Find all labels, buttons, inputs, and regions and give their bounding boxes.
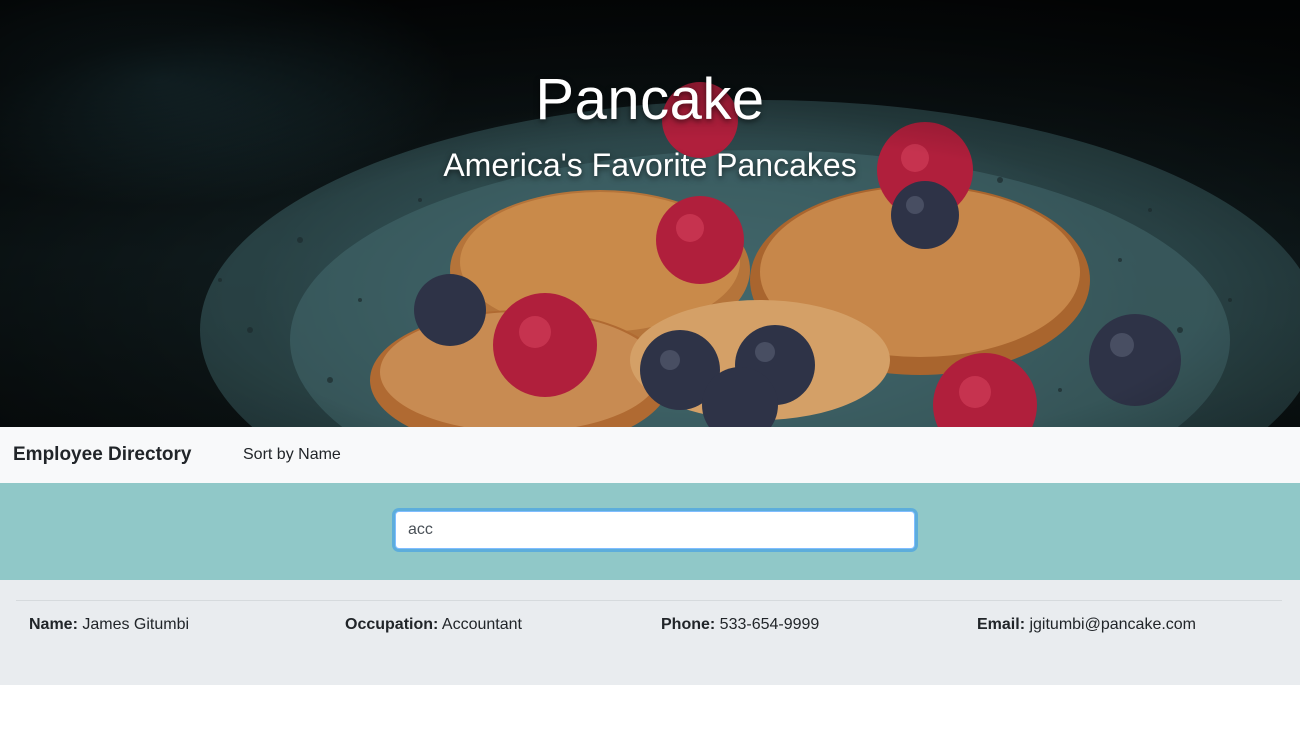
sort-by-name-link[interactable]: Sort by Name: [243, 446, 341, 464]
employee-phone: Phone: 533-654-9999: [661, 616, 819, 634]
pancake-photo: [0, 0, 1300, 427]
email-value: jgitumbi@pancake.com: [1029, 616, 1197, 633]
employee-name: Name: James Gitumbi: [29, 616, 189, 634]
divider: [16, 600, 1282, 601]
page-subtitle: America's Favorite Pancakes: [443, 147, 857, 183]
email-label: Email:: [977, 616, 1026, 633]
phone-label: Phone:: [661, 616, 716, 633]
phone-value: 533-654-9999: [719, 616, 820, 633]
search-section: [0, 483, 1300, 580]
navbar: Employee Directory Sort by Name: [0, 427, 1300, 483]
search-input[interactable]: [395, 511, 915, 549]
occupation-label: Occupation:: [345, 616, 439, 633]
page-title: Pancake: [535, 67, 765, 132]
employee-occupation: Occupation: Accountant: [345, 616, 522, 634]
occupation-value: Accountant: [441, 616, 522, 633]
navbar-brand[interactable]: Employee Directory: [13, 444, 191, 466]
hero-banner: Pancake America's Favorite Pancakes: [0, 0, 1300, 427]
employee-email: Email: jgitumbi@pancake.com: [977, 616, 1196, 634]
results-section: Name: James Gitumbi Occupation: Accounta…: [0, 580, 1300, 685]
name-label: Name:: [29, 616, 78, 633]
name-value: James Gitumbi: [82, 616, 190, 633]
